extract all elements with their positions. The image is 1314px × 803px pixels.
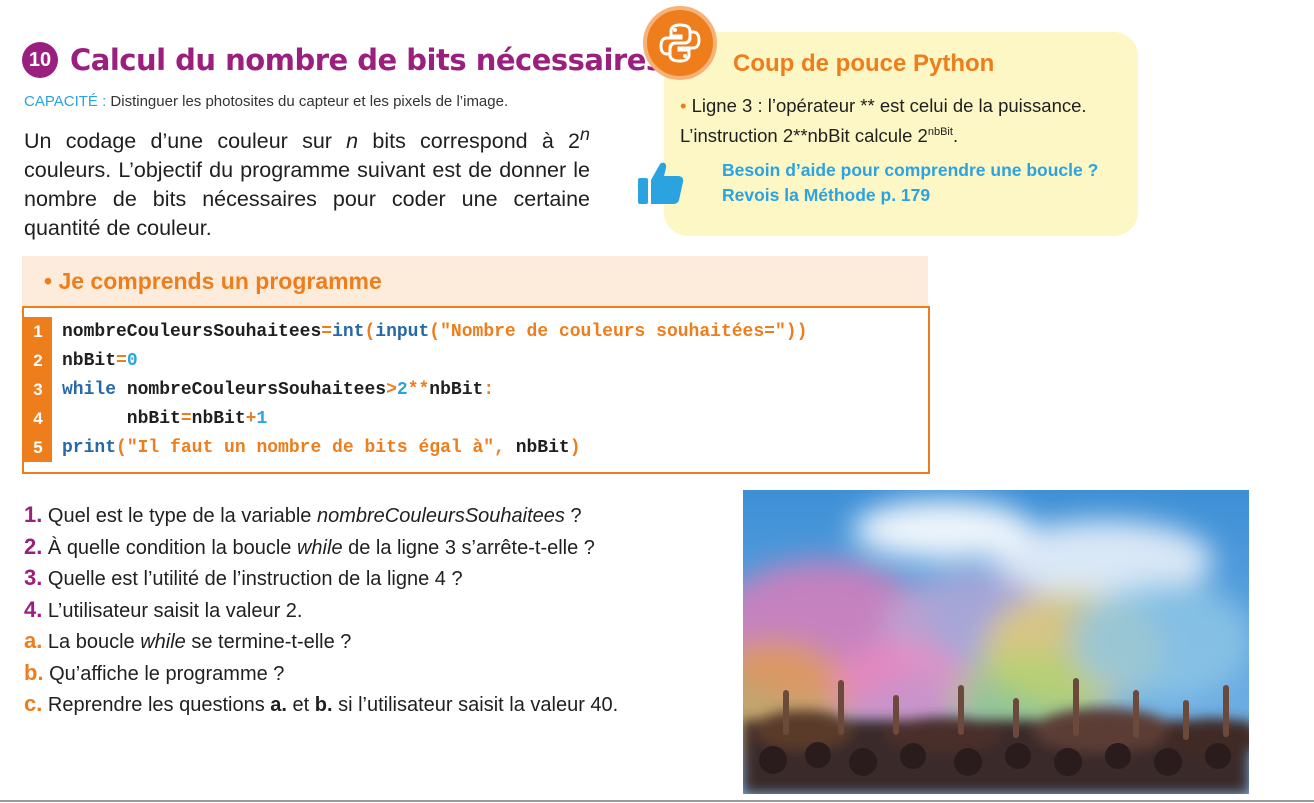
help-text: • Ligne 3 : l’opérateur ** est celui de …: [680, 92, 1140, 149]
exercise-title: Calcul du nombre de bits nécessaires: [70, 43, 663, 77]
exercise-title-row: 10 Calcul du nombre de bits nécessaires: [22, 42, 663, 78]
subquestion-b: b. Qu’affiche le programme ?: [24, 659, 285, 685]
exercise-number-badge: 10: [22, 42, 58, 78]
code-text: nbBit=0: [62, 350, 138, 371]
code-text: nbBit=nbBit+1: [62, 408, 268, 429]
code-text: print("Il faut un nombre de bits égal à"…: [62, 437, 581, 458]
capacity-label: CAPACITÉ :: [24, 93, 107, 110]
question-4: 4. L’utilisateur saisit la valeur 2.: [24, 596, 303, 622]
intro-text-c: couleurs. L’objectif du programme suivan…: [24, 158, 590, 241]
code-text: while nombreCouleursSouhaitees>2**nbBit:: [62, 379, 495, 400]
intro-sup: n: [580, 124, 590, 144]
bottom-divider: [0, 800, 1314, 802]
intro-text-a: Un codage d’une couleur sur: [24, 129, 347, 154]
help-method-link[interactable]: Besoin d’aide pour comprendre une boucle…: [722, 158, 1098, 208]
intro-paragraph: Un codage d’une couleur sur n bits corre…: [24, 120, 590, 243]
help-link-line-1: Besoin d’aide pour comprendre une boucle…: [722, 160, 1099, 180]
help-line-2-sup: nbBit: [927, 126, 953, 138]
question-1: 1. Quel est le type de la variable nombr…: [24, 502, 582, 527]
thumbs-up-icon: [636, 158, 686, 213]
help-title: Coup de pouce Python: [733, 50, 995, 77]
program-header-text: • Je comprends un programme: [44, 268, 382, 294]
color-festival-photo: [743, 490, 1249, 794]
python-logo-icon: [643, 6, 717, 80]
code-block: 1 nombreCouleursSouhaitees=int(input("No…: [22, 306, 930, 474]
line-number: 5: [24, 433, 52, 462]
help-link-line-2: Revois la Méthode p. 179: [722, 185, 931, 205]
capacity-text: Distinguer les photosites du capteur et …: [106, 93, 509, 110]
help-line-1: Ligne 3 : l’opérateur ** est celui de la…: [686, 95, 1087, 116]
code-line-5: 5 print("Il faut un nombre de bits égal …: [24, 433, 928, 462]
code-line-3: 3 while nombreCouleursSouhaitees>2**nbBi…: [24, 375, 928, 404]
subquestion-c: c. Reprendre les questions a. et b. si l…: [24, 691, 619, 716]
code-line-4: 4 nbBit=nbBit+1: [24, 404, 928, 433]
line-number: 2: [24, 346, 52, 375]
line-number: 1: [24, 317, 52, 346]
code-line-2: 2 nbBit=0: [24, 346, 928, 375]
line-number: 4: [24, 404, 52, 433]
intro-n: n: [346, 129, 359, 154]
questions-list: 1. Quel est le type de la variable nombr…: [24, 500, 724, 721]
line-number: 3: [24, 375, 52, 404]
code-text: nombreCouleursSouhaitees=int(input("Nomb…: [62, 321, 808, 342]
help-line-2b: .: [952, 125, 959, 147]
subquestion-a: a. La boucle while se termine-t-elle ?: [24, 628, 352, 653]
help-line-2a: L’instruction 2**nbBit calcule 2: [680, 125, 928, 147]
capacity-line: CAPACITÉ : Distinguer les photosites du …: [24, 93, 508, 110]
question-3: 3. Quelle est l’utilité de l’instruction…: [24, 565, 463, 590]
program-section-header: • Je comprends un programme: [22, 256, 928, 306]
code-line-1: 1 nombreCouleursSouhaitees=int(input("No…: [24, 317, 928, 346]
question-2: 2. À quelle condition la boucle while de…: [24, 533, 595, 559]
intro-text-b: bits correspond à 2: [358, 129, 581, 154]
